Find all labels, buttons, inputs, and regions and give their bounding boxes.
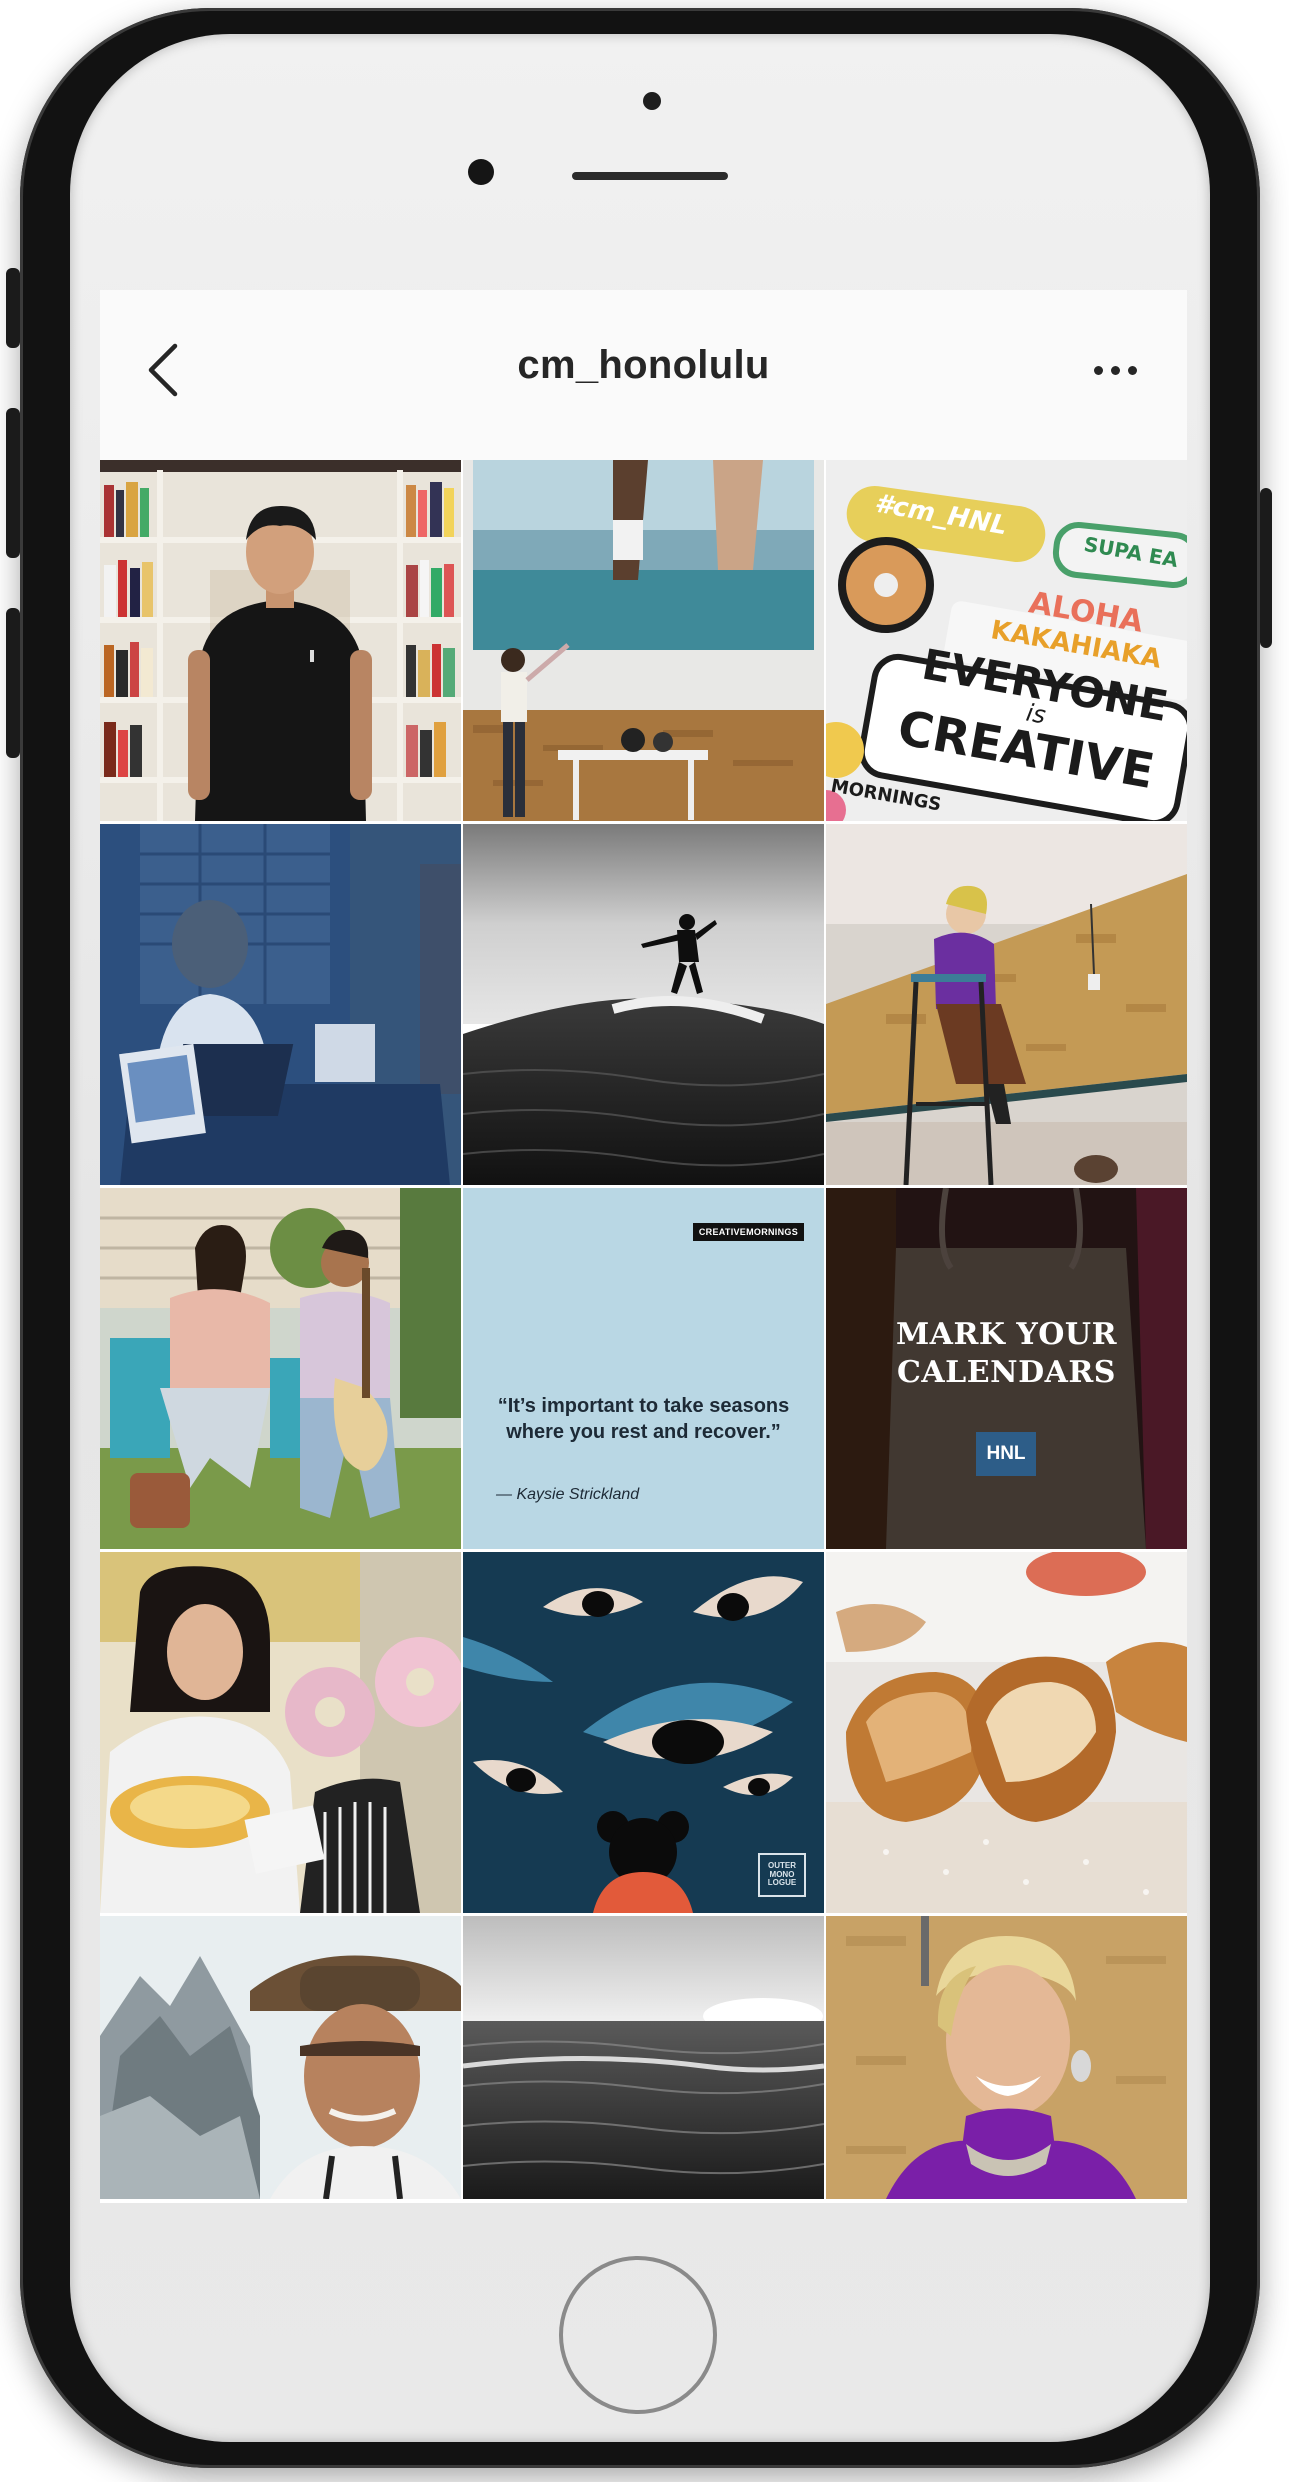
hnl-badge: HNL — [976, 1432, 1036, 1476]
mute-switch — [6, 268, 20, 348]
photo-surfer-bw[interactable] — [463, 824, 824, 1185]
quote-author: — Kaysie Strickland — [496, 1486, 640, 1503]
mark-your-calendars-headline: MARK YOUR CALENDARS — [895, 1317, 1118, 1390]
profile-username: cm_honolulu — [517, 342, 770, 387]
earpiece — [572, 172, 728, 180]
ellipsis-icon[interactable] — [1080, 345, 1150, 395]
app-screen: cm_honolulu #cm_HNL SUPA EA ALOHA KAKAHI… — [100, 290, 1187, 2203]
front-camera — [468, 159, 494, 185]
power-button — [1260, 488, 1272, 648]
photo-speaker-stool[interactable] — [826, 824, 1187, 1185]
photo-pastries[interactable] — [826, 1552, 1187, 1913]
post-mark-your-calendars[interactable]: MARK YOUR CALENDARS HNL — [826, 1188, 1187, 1549]
photo-speaker-stage[interactable] — [463, 460, 824, 821]
volume-up-button — [6, 408, 20, 558]
photo-friends-donuts[interactable] — [100, 1552, 461, 1913]
photo-stickers-everyone-creative[interactable]: #cm_HNL SUPA EA ALOHA KAKAHIAKA EVERYONE… — [826, 460, 1187, 821]
photo-ocean-bw[interactable] — [463, 1916, 824, 2199]
photo-man-hat-mountains[interactable] — [100, 1916, 461, 2199]
chevron-left-icon[interactable] — [132, 335, 192, 405]
volume-down-button — [6, 608, 20, 758]
photo-woman-laptop-blue[interactable] — [100, 824, 461, 1185]
home-button[interactable] — [559, 2256, 717, 2414]
creativemornings-logo: CREATIVEMORNINGS — [692, 1223, 804, 1241]
photo-woman-smiling-purple[interactable] — [826, 1916, 1187, 2199]
photo-man-bookshelf[interactable] — [100, 460, 461, 821]
post-outer-monologue-illustration[interactable]: OUTER MONO LOGUE — [463, 1552, 824, 1913]
quote-text: “It’s important to take seasons where yo… — [497, 1395, 790, 1443]
profile-navbar: cm_honolulu — [100, 290, 1187, 461]
proximity-sensor — [643, 92, 661, 110]
photo-grid: #cm_HNL SUPA EA ALOHA KAKAHIAKA EVERYONE… — [100, 460, 1187, 2203]
photo-couple-guitar[interactable] — [100, 1188, 461, 1549]
post-quote-kaysie-strickland[interactable]: CREATIVEMORNINGS “It’s important to take… — [463, 1188, 824, 1549]
outer-monologue-logo: OUTER MONO LOGUE — [758, 1853, 806, 1897]
